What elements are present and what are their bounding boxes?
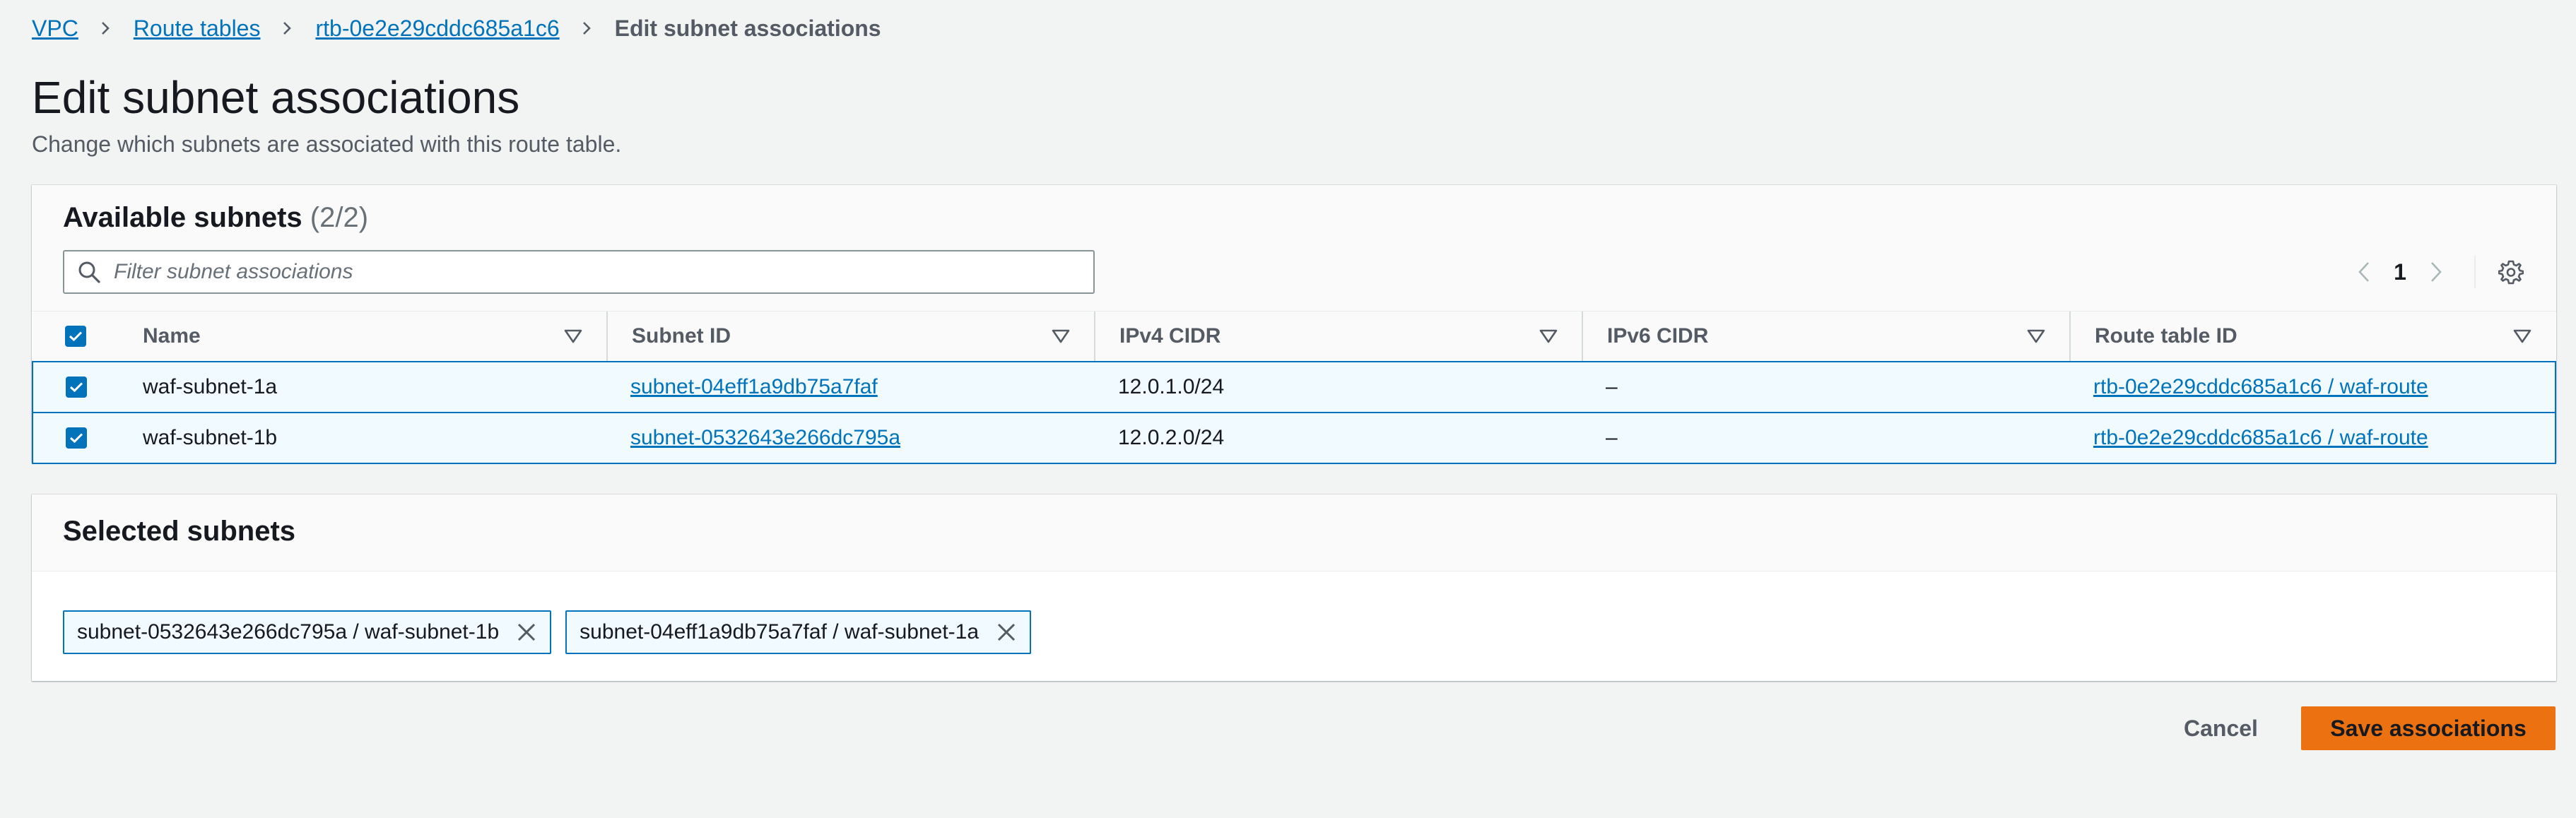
breadcrumb: VPC Route tables rtb-0e2e29cddc685a1c6 E… bbox=[32, 14, 881, 42]
checkbox-checked-icon[interactable] bbox=[66, 427, 87, 449]
close-icon[interactable] bbox=[514, 620, 539, 644]
cell-name: waf-subnet-1b bbox=[119, 412, 606, 464]
available-subnets-count: (2/2) bbox=[310, 202, 369, 233]
close-icon[interactable] bbox=[994, 620, 1018, 644]
chevron-right-icon bbox=[580, 21, 594, 35]
save-associations-button[interactable]: Save associations bbox=[2301, 706, 2556, 750]
chevron-right-icon[interactable] bbox=[2422, 258, 2450, 286]
breadcrumb-link-vpc[interactable]: VPC bbox=[32, 16, 78, 42]
column-header-label: Name bbox=[143, 324, 201, 348]
breadcrumb-current: Edit subnet associations bbox=[614, 15, 881, 41]
column-header-name[interactable]: Name bbox=[119, 312, 606, 362]
breadcrumb-link-route-tables[interactable]: Route tables bbox=[134, 16, 261, 42]
sort-caret-icon bbox=[1539, 329, 1558, 343]
column-header-label: Route table ID bbox=[2095, 324, 2237, 348]
table-row[interactable]: waf-subnet-1b subnet-0532643e266dc795a 1… bbox=[32, 412, 2556, 464]
column-header-label: Subnet ID bbox=[632, 324, 731, 348]
selected-subnets-title: Selected subnets bbox=[63, 516, 296, 547]
search-icon bbox=[78, 261, 100, 283]
chevron-right-icon bbox=[98, 21, 112, 35]
selected-subnets-panel: Selected subnets subnet-0532643e266dc795… bbox=[32, 494, 2556, 681]
cell-subnet-id: subnet-04eff1a9db75a7faf bbox=[606, 361, 1094, 413]
column-header-ipv6-cidr[interactable]: IPv6 CIDR bbox=[1582, 312, 2069, 362]
table-row[interactable]: waf-subnet-1a subnet-04eff1a9db75a7faf 1… bbox=[32, 361, 2556, 413]
breadcrumb-link-route-table-id[interactable]: rtb-0e2e29cddc685a1c6 bbox=[315, 16, 559, 42]
select-all-header bbox=[33, 312, 119, 362]
chevron-right-icon bbox=[280, 21, 294, 35]
sort-caret-icon bbox=[1052, 329, 1070, 343]
column-header-route-table-id[interactable]: Route table ID bbox=[2069, 312, 2556, 362]
column-header-subnet-id[interactable]: Subnet ID bbox=[606, 312, 1094, 362]
selected-subnet-token: subnet-0532643e266dc795a / waf-subnet-1b bbox=[63, 610, 552, 654]
row-checkbox-cell bbox=[32, 361, 119, 413]
route-table-link[interactable]: rtb-0e2e29cddc685a1c6 / waf-route bbox=[2093, 426, 2428, 449]
route-table-link[interactable]: rtb-0e2e29cddc685a1c6 / waf-route bbox=[2093, 375, 2428, 398]
filter-input[interactable] bbox=[112, 259, 1062, 285]
available-subnets-title-text: Available subnets bbox=[63, 202, 302, 233]
selected-subnet-tokens: subnet-0532643e266dc795a / waf-subnet-1b… bbox=[63, 610, 1032, 654]
cell-subnet-id: subnet-0532643e266dc795a bbox=[606, 412, 1094, 464]
token-label: subnet-0532643e266dc795a / waf-subnet-1b bbox=[77, 620, 500, 644]
token-label: subnet-04eff1a9db75a7faf / waf-subnet-1a bbox=[580, 620, 980, 644]
cell-route-table-id: rtb-0e2e29cddc685a1c6 / waf-route bbox=[2069, 412, 2556, 464]
cell-ipv4-cidr: 12.0.2.0/24 bbox=[1094, 412, 1582, 464]
pagination-divider bbox=[2474, 256, 2476, 288]
cell-route-table-id: rtb-0e2e29cddc685a1c6 / waf-route bbox=[2069, 361, 2556, 413]
filter-subnet-associations[interactable] bbox=[63, 250, 1095, 294]
settings-gear-icon[interactable] bbox=[2497, 258, 2525, 286]
row-checkbox-cell bbox=[32, 412, 119, 464]
checkbox-checked-icon[interactable] bbox=[65, 326, 86, 347]
cell-ipv6-cidr: – bbox=[1582, 412, 2069, 464]
cancel-button[interactable]: Cancel bbox=[2184, 706, 2258, 750]
selected-subnets-header: Selected subnets bbox=[32, 494, 2556, 571]
sort-caret-icon bbox=[564, 329, 582, 343]
subnet-id-link[interactable]: subnet-04eff1a9db75a7faf bbox=[630, 375, 878, 398]
available-subnets-header: Available subnets (2/2) 1 bbox=[32, 185, 2556, 312]
page-number[interactable]: 1 bbox=[2378, 259, 2422, 285]
table-header-row: Name Subnet ID IPv4 CIDR IPv6 CIDR Route… bbox=[33, 312, 2556, 362]
subnets-table: Name Subnet ID IPv4 CIDR IPv6 CIDR Route… bbox=[32, 312, 2556, 464]
column-header-label: IPv6 CIDR bbox=[1607, 324, 1709, 348]
pagination: 1 bbox=[2350, 250, 2556, 294]
page-title: Edit subnet associations bbox=[32, 72, 520, 123]
chevron-left-icon[interactable] bbox=[2350, 258, 2378, 286]
available-subnets-panel: Available subnets (2/2) 1 bbox=[32, 185, 2556, 464]
cell-name: waf-subnet-1a bbox=[119, 361, 606, 413]
column-header-label: IPv4 CIDR bbox=[1119, 324, 1221, 348]
available-subnets-title: Available subnets (2/2) bbox=[63, 202, 368, 234]
sort-caret-icon bbox=[2027, 329, 2045, 343]
cell-ipv4-cidr: 12.0.1.0/24 bbox=[1094, 361, 1582, 413]
selected-subnet-token: subnet-04eff1a9db75a7faf / waf-subnet-1a bbox=[565, 610, 1032, 654]
subnet-id-link[interactable]: subnet-0532643e266dc795a bbox=[630, 426, 900, 449]
page-description: Change which subnets are associated with… bbox=[32, 131, 622, 157]
checkbox-checked-icon[interactable] bbox=[66, 377, 87, 398]
sort-caret-icon bbox=[2513, 329, 2531, 343]
column-header-ipv4-cidr[interactable]: IPv4 CIDR bbox=[1094, 312, 1582, 362]
cell-ipv6-cidr: – bbox=[1582, 361, 2069, 413]
